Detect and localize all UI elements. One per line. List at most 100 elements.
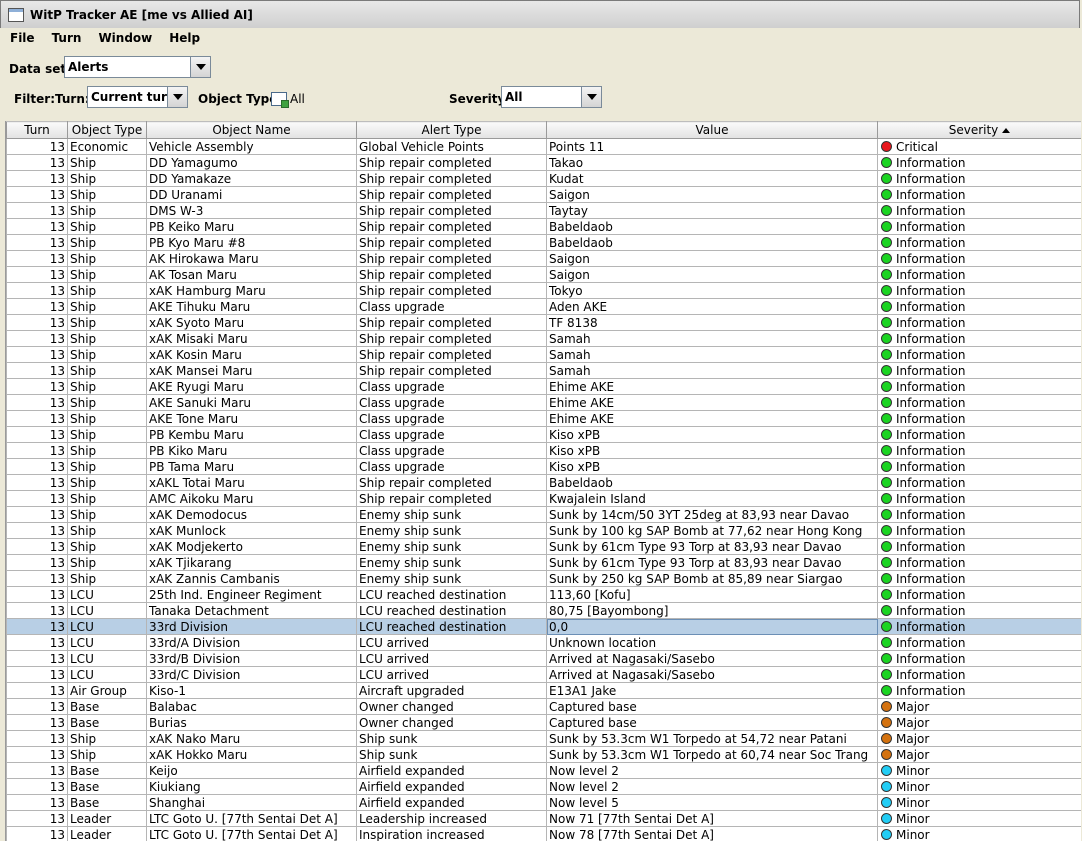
table-row[interactable]: 13 Ship DD Uranami Ship repair completed Sai… — [6, 186, 1081, 203]
cell-object-type[interactable]: Ship — [67, 730, 147, 747]
cell-object-name[interactable]: AKE Sanuki Maru — [146, 394, 357, 411]
cell-object-type[interactable]: Ship — [67, 442, 147, 459]
cell-object-name[interactable]: AK Tosan Maru — [146, 266, 357, 283]
table-row[interactable]: 13 Ship xAK Nako Maru Ship sunk Sunk by 53.3… — [6, 730, 1081, 747]
table-row[interactable]: 13 Ship PB Kembu Maru Class upgrade Kiso xPB… — [6, 426, 1081, 443]
cell-value[interactable]: Sunk by 61cm Type 93 Torp at 83,93 near … — [546, 538, 878, 555]
turn-filter-dropdown-button[interactable] — [167, 87, 187, 107]
cell-turn[interactable]: 13 — [6, 410, 68, 427]
cell-value[interactable]: Babeldaob — [546, 474, 878, 491]
cell-value[interactable]: Sunk by 250 kg SAP Bomb at 85,89 near Si… — [546, 570, 878, 587]
cell-object-type[interactable]: Ship — [67, 186, 147, 203]
cell-turn[interactable]: 13 — [6, 426, 68, 443]
cell-value[interactable]: Now 71 [77th Sentai Det A] — [546, 810, 878, 827]
table-row[interactable]: 13 Economic Vehicle Assembly Global Vehicle… — [6, 138, 1081, 155]
table-row[interactable]: 13 Ship PB Keiko Maru Ship repair completed… — [6, 218, 1081, 235]
cell-alert-type[interactable]: Ship repair completed — [356, 314, 547, 331]
table-row[interactable]: 13 Ship xAK Hokko Maru Ship sunk Sunk by 53.… — [6, 746, 1081, 763]
cell-value[interactable]: Saigon — [546, 266, 878, 283]
cell-turn[interactable]: 13 — [6, 474, 68, 491]
table-row[interactable]: 13 Ship xAK Zannis Cambanis Enemy ship sunk… — [6, 570, 1081, 587]
table-row[interactable]: 13 Base Keijo Airfield expanded Now level 2 M… — [6, 762, 1081, 779]
cell-alert-type[interactable]: LCU reached destination — [356, 602, 547, 619]
cell-turn[interactable]: 13 — [6, 458, 68, 475]
cell-value[interactable]: Captured base — [546, 714, 878, 731]
cell-value[interactable]: Samah — [546, 346, 878, 363]
cell-object-name[interactable]: 25th Ind. Engineer Regiment — [146, 586, 357, 603]
cell-value[interactable]: Now level 2 — [546, 778, 878, 795]
cell-object-type[interactable]: LCU — [67, 634, 147, 651]
cell-turn[interactable]: 13 — [6, 218, 68, 235]
cell-object-type[interactable]: LCU — [67, 602, 147, 619]
cell-severity[interactable]: Information — [877, 346, 1081, 363]
cell-object-name[interactable]: xAK Hokko Maru — [146, 746, 357, 763]
cell-object-name[interactable]: DD Uranami — [146, 186, 357, 203]
cell-severity[interactable]: Information — [877, 298, 1081, 315]
cell-value[interactable]: Taytay — [546, 202, 878, 219]
cell-object-name[interactable]: AMC Aikoku Maru — [146, 490, 357, 507]
table-row[interactable]: 13 Ship xAK Modjekerto Enemy ship sunk Sunk … — [6, 538, 1081, 555]
cell-turn[interactable]: 13 — [6, 810, 68, 827]
cell-object-type[interactable]: Ship — [67, 474, 147, 491]
cell-object-name[interactable]: AKE Tihuku Maru — [146, 298, 357, 315]
cell-object-name[interactable]: LTC Goto U. [77th Sentai Det A] — [146, 810, 357, 827]
cell-value[interactable]: Kwajalein Island — [546, 490, 878, 507]
cell-severity[interactable]: Information — [877, 394, 1081, 411]
table-row[interactable]: 13 LCU 33rd/B Division LCU arrived Arrived a… — [6, 650, 1081, 667]
table-row[interactable]: 13 Ship AK Hirokawa Maru Ship repair comple… — [6, 250, 1081, 267]
table-row[interactable]: 13 Ship AMC Aikoku Maru Ship repair complet… — [6, 490, 1081, 507]
column-header-object-type[interactable]: Object Type — [67, 121, 147, 139]
cell-object-name[interactable]: xAK Modjekerto — [146, 538, 357, 555]
cell-turn[interactable]: 13 — [6, 154, 68, 171]
table-row[interactable]: 13 Ship xAK Demodocus Enemy ship sunk Sunk b… — [6, 506, 1081, 523]
cell-severity[interactable]: Information — [877, 282, 1081, 299]
cell-alert-type[interactable]: Owner changed — [356, 714, 547, 731]
cell-value[interactable]: Now 78 [77th Sentai Det A] — [546, 826, 878, 841]
cell-value[interactable]: TF 8138 — [546, 314, 878, 331]
cell-object-type[interactable]: Economic — [67, 138, 147, 155]
cell-object-name[interactable]: DMS W-3 — [146, 202, 357, 219]
cell-turn[interactable]: 13 — [6, 650, 68, 667]
cell-turn[interactable]: 13 — [6, 250, 68, 267]
cell-turn[interactable]: 13 — [6, 378, 68, 395]
cell-object-type[interactable]: LCU — [67, 650, 147, 667]
cell-object-name[interactable]: Tanaka Detachment — [146, 602, 357, 619]
cell-alert-type[interactable]: LCU arrived — [356, 634, 547, 651]
cell-value[interactable]: Now level 5 — [546, 794, 878, 811]
table-row[interactable]: 13 Ship AKE Tone Maru Class upgrade Ehime AK… — [6, 410, 1081, 427]
cell-turn[interactable]: 13 — [6, 746, 68, 763]
cell-value[interactable]: Sunk by 53.3cm W1 Torpedo at 54,72 near … — [546, 730, 878, 747]
cell-object-type[interactable]: Ship — [67, 458, 147, 475]
cell-object-name[interactable]: xAK Zannis Cambanis — [146, 570, 357, 587]
cell-turn[interactable]: 13 — [6, 282, 68, 299]
cell-severity[interactable]: Information — [877, 330, 1081, 347]
cell-turn[interactable]: 13 — [6, 234, 68, 251]
cell-turn[interactable]: 13 — [6, 202, 68, 219]
table-row[interactable]: 13 Ship DD Yamakaze Ship repair completed Ku… — [6, 170, 1081, 187]
cell-object-name[interactable]: xAK Tjikarang — [146, 554, 357, 571]
cell-turn[interactable]: 13 — [6, 330, 68, 347]
cell-value[interactable]: Sunk by 100 kg SAP Bomb at 77,62 near Ho… — [546, 522, 878, 539]
cell-alert-type[interactable]: LCU arrived — [356, 666, 547, 683]
object-type-filter-icon[interactable] — [271, 92, 289, 108]
cell-object-type[interactable]: Ship — [67, 154, 147, 171]
cell-alert-type[interactable]: Class upgrade — [356, 458, 547, 475]
cell-object-name[interactable]: 33rd Division — [146, 618, 357, 635]
cell-alert-type[interactable]: Ship repair completed — [356, 474, 547, 491]
cell-severity[interactable]: Information — [877, 538, 1081, 555]
column-header-alert-type[interactable]: Alert Type — [356, 121, 547, 139]
dataset-select[interactable]: Alerts — [64, 56, 211, 78]
column-header-turn[interactable]: Turn — [6, 121, 68, 139]
cell-turn[interactable]: 13 — [6, 778, 68, 795]
cell-alert-type[interactable]: Enemy ship sunk — [356, 522, 547, 539]
table-row[interactable]: 13 Ship PB Kyo Maru #8 Ship repair complete… — [6, 234, 1081, 251]
cell-object-type[interactable]: Ship — [67, 410, 147, 427]
cell-object-name[interactable]: Keijo — [146, 762, 357, 779]
table-row[interactable]: 13 Ship xAK Misaki Maru Ship repair complet… — [6, 330, 1081, 347]
table-row[interactable]: 13 Leader LTC Goto U. [77th Sentai Det A] L… — [6, 810, 1081, 827]
cell-object-type[interactable]: Leader — [67, 810, 147, 827]
cell-alert-type[interactable]: Class upgrade — [356, 298, 547, 315]
table-row[interactable]: 13 Base Shanghai Airfield expanded Now level… — [6, 794, 1081, 811]
cell-object-type[interactable]: LCU — [67, 666, 147, 683]
cell-value[interactable]: Kiso xPB — [546, 426, 878, 443]
